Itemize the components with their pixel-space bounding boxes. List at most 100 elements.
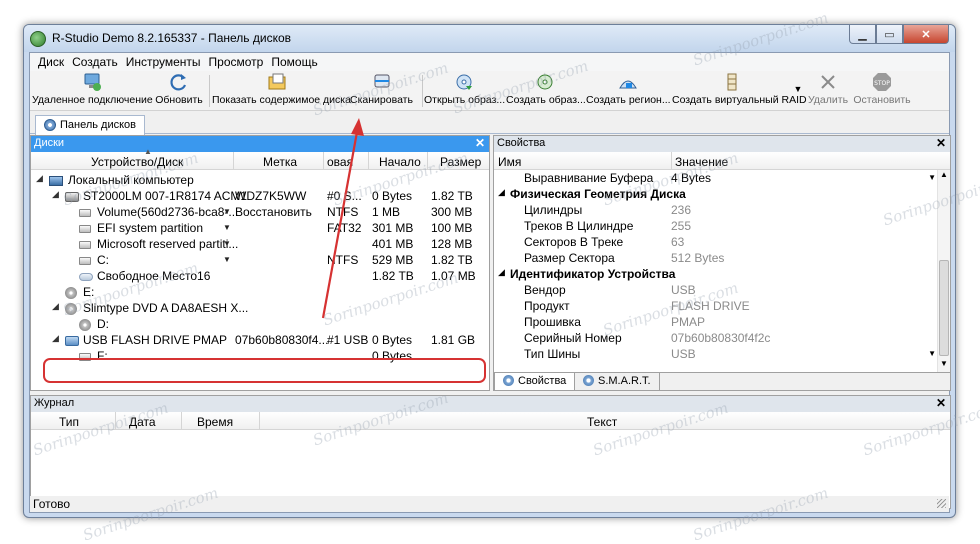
column-size[interactable]: Размер: [440, 155, 481, 169]
close-button[interactable]: ✕: [903, 25, 949, 44]
property-value: 4 Bytes: [671, 171, 712, 185]
property-name: Серийный Номер: [524, 331, 622, 345]
property-value: 07b60b80830f4f2c: [671, 331, 771, 345]
menu-create[interactable]: Создать: [68, 53, 122, 71]
expand-icon[interactable]: ◢: [52, 189, 59, 200]
raid-dropdown-button[interactable]: ▼: [793, 72, 803, 109]
tab-properties[interactable]: Свойства: [494, 373, 576, 390]
title-bar[interactable]: R-Studio Demo 8.2.165337 - Панель дисков…: [24, 25, 955, 52]
tree-row-drive-d[interactable]: D:: [31, 316, 489, 332]
svg-text:STOP: STOP: [874, 80, 890, 87]
menu-bar: Диск Создать Инструменты Просмотр Помощь: [30, 53, 949, 71]
tree-row-usb[interactable]: ◢ USB FLASH DRIVE PMAP 07b60b80830f4... …: [31, 332, 489, 348]
property-row[interactable]: Продукт FLASH DRIVE: [494, 298, 936, 314]
delete-icon: [821, 75, 835, 89]
tab-smart[interactable]: S.M.A.R.T.: [574, 373, 660, 390]
column-date[interactable]: Дата: [129, 415, 156, 429]
resize-grip-icon[interactable]: [937, 499, 946, 508]
disk-panel-icon: [44, 119, 56, 131]
tab-disk-panel[interactable]: Панель дисков: [35, 115, 146, 135]
column-fs[interactable]: овая: [327, 155, 353, 169]
open-image-button[interactable]: Открыть образ...: [424, 72, 505, 109]
properties-pane: Свойства ✕ Имя Значение ▲ ▼ Выравнивание…: [493, 135, 951, 391]
column-type[interactable]: Тип: [59, 415, 79, 429]
chevron-down-icon[interactable]: ▼: [223, 255, 231, 264]
property-group[interactable]: ◢ Идентификатор Устройства: [494, 266, 936, 282]
disks-column-header: Устройство/Диск ▲ Метка овая Начало Разм…: [31, 147, 489, 170]
tree-row-partition[interactable]: Volume(560d2736-bca8-... ▼ Восстановить …: [31, 204, 489, 220]
tree-row-free-space[interactable]: Свободное Место16 1.82 TB 1.07 MB: [31, 268, 489, 284]
menu-disk[interactable]: Диск: [34, 53, 68, 71]
property-row[interactable]: Прошивка PMAP: [494, 314, 936, 330]
property-value: 512 Bytes: [671, 251, 725, 265]
menu-view[interactable]: Просмотр: [205, 53, 268, 71]
tree-row-partition[interactable]: C: ▼ NTFS 529 MB 1.82 TB: [31, 252, 489, 268]
property-value: PMAP: [671, 315, 706, 329]
refresh-button[interactable]: Обновить: [152, 72, 206, 109]
property-row[interactable]: Размер Сектора 512 Bytes: [494, 250, 936, 266]
tree-row-dvd[interactable]: ◢ Slimtype DVD A DA8AESH X...: [31, 300, 489, 316]
status-text: Готово: [33, 497, 71, 511]
show-contents-button[interactable]: Показать содержимое диска: [212, 72, 351, 109]
delete-button[interactable]: Удалить: [806, 72, 850, 109]
expand-icon[interactable]: ◢: [498, 267, 505, 278]
scroll-down-icon[interactable]: ▼: [940, 359, 948, 368]
chevron-down-icon[interactable]: ▼: [223, 239, 231, 248]
scroll-up-icon[interactable]: ▲: [940, 170, 948, 179]
close-icon[interactable]: ✕: [475, 136, 485, 150]
property-row[interactable]: Серийный Номер 07b60b80830f4f2c: [494, 330, 936, 346]
menu-help[interactable]: Помощь: [267, 53, 321, 71]
create-image-button[interactable]: Создать образ...: [506, 72, 586, 109]
maximize-button[interactable]: ▭: [876, 25, 903, 44]
close-icon[interactable]: ✕: [936, 136, 946, 150]
column-label[interactable]: Метка: [263, 155, 297, 169]
scroll-thumb[interactable]: [939, 260, 949, 356]
property-row[interactable]: Секторов В Треке 63: [494, 234, 936, 250]
expand-icon[interactable]: ◢: [36, 173, 43, 184]
expand-icon[interactable]: ◢: [498, 187, 505, 198]
create-region-button[interactable]: Создать регион...: [586, 72, 671, 109]
column-start[interactable]: Начало: [379, 155, 421, 169]
expand-icon[interactable]: ◢: [52, 301, 59, 312]
property-row[interactable]: Цилиндры 236: [494, 202, 936, 218]
property-group[interactable]: ◢ Физическая Геометрия Диска: [494, 186, 936, 202]
usb-drive-icon: [65, 333, 79, 347]
chevron-down-icon[interactable]: ▼: [223, 223, 231, 232]
expand-icon[interactable]: ◢: [52, 333, 59, 344]
column-device[interactable]: Устройство/Диск: [91, 155, 183, 169]
sort-arrow-icon: ▲: [144, 147, 152, 156]
property-name: Продукт: [524, 299, 570, 313]
property-row[interactable]: Выравнивание Буфера 4 Bytes ▼: [494, 170, 936, 186]
stop-button[interactable]: STOP Остановить: [852, 72, 912, 109]
close-icon[interactable]: ✕: [936, 396, 946, 410]
scan-button[interactable]: Сканировать: [344, 72, 419, 109]
column-name[interactable]: Имя: [498, 155, 521, 169]
tree-row-drive-e[interactable]: E:: [31, 284, 489, 300]
tree-row-partition[interactable]: Microsoft reserved partiti... ▼ 401 MB 1…: [31, 236, 489, 252]
property-row[interactable]: Тип Шины USB ▼: [494, 346, 936, 362]
chevron-down-icon[interactable]: ▼: [223, 207, 231, 216]
property-row[interactable]: Треков В Цилиндре 255: [494, 218, 936, 234]
property-value: USB: [671, 347, 696, 361]
menu-tools[interactable]: Инструменты: [122, 53, 205, 71]
property-row[interactable]: Вендор USB: [494, 282, 936, 298]
minimize-button[interactable]: ▁: [849, 25, 876, 44]
create-image-icon: [537, 74, 553, 90]
properties-scrollbar[interactable]: ▲ ▼: [937, 170, 950, 390]
client-area: Диск Создать Инструменты Просмотр Помощь…: [29, 52, 951, 513]
stop-icon: STOP: [873, 73, 891, 91]
tree-row-hdd[interactable]: ◢ ST2000LM 007-1R8174 ACM1 WDZ7K5WW #0 S…: [31, 188, 489, 204]
column-time[interactable]: Время: [197, 415, 233, 429]
chevron-down-icon[interactable]: ▼: [928, 173, 936, 182]
virtual-raid-button[interactable]: Создать виртуальный RAID: [672, 72, 807, 109]
toolbar-separator: [422, 75, 423, 107]
remote-connect-button[interactable]: Удаленное подключение: [32, 72, 153, 109]
tree-row-partition[interactable]: EFI system partition ▼ FAT32 301 MB 100 …: [31, 220, 489, 236]
partition-icon: [79, 237, 91, 251]
log-column-header: Тип Дата Время Текст: [31, 412, 950, 430]
column-text[interactable]: Текст: [587, 415, 617, 429]
chevron-down-icon[interactable]: ▼: [928, 349, 936, 358]
column-value[interactable]: Значение: [675, 155, 728, 169]
property-name: Идентификатор Устройства: [510, 267, 676, 281]
tree-row-local-computer[interactable]: ◢ Локальный компьютер: [31, 172, 489, 188]
